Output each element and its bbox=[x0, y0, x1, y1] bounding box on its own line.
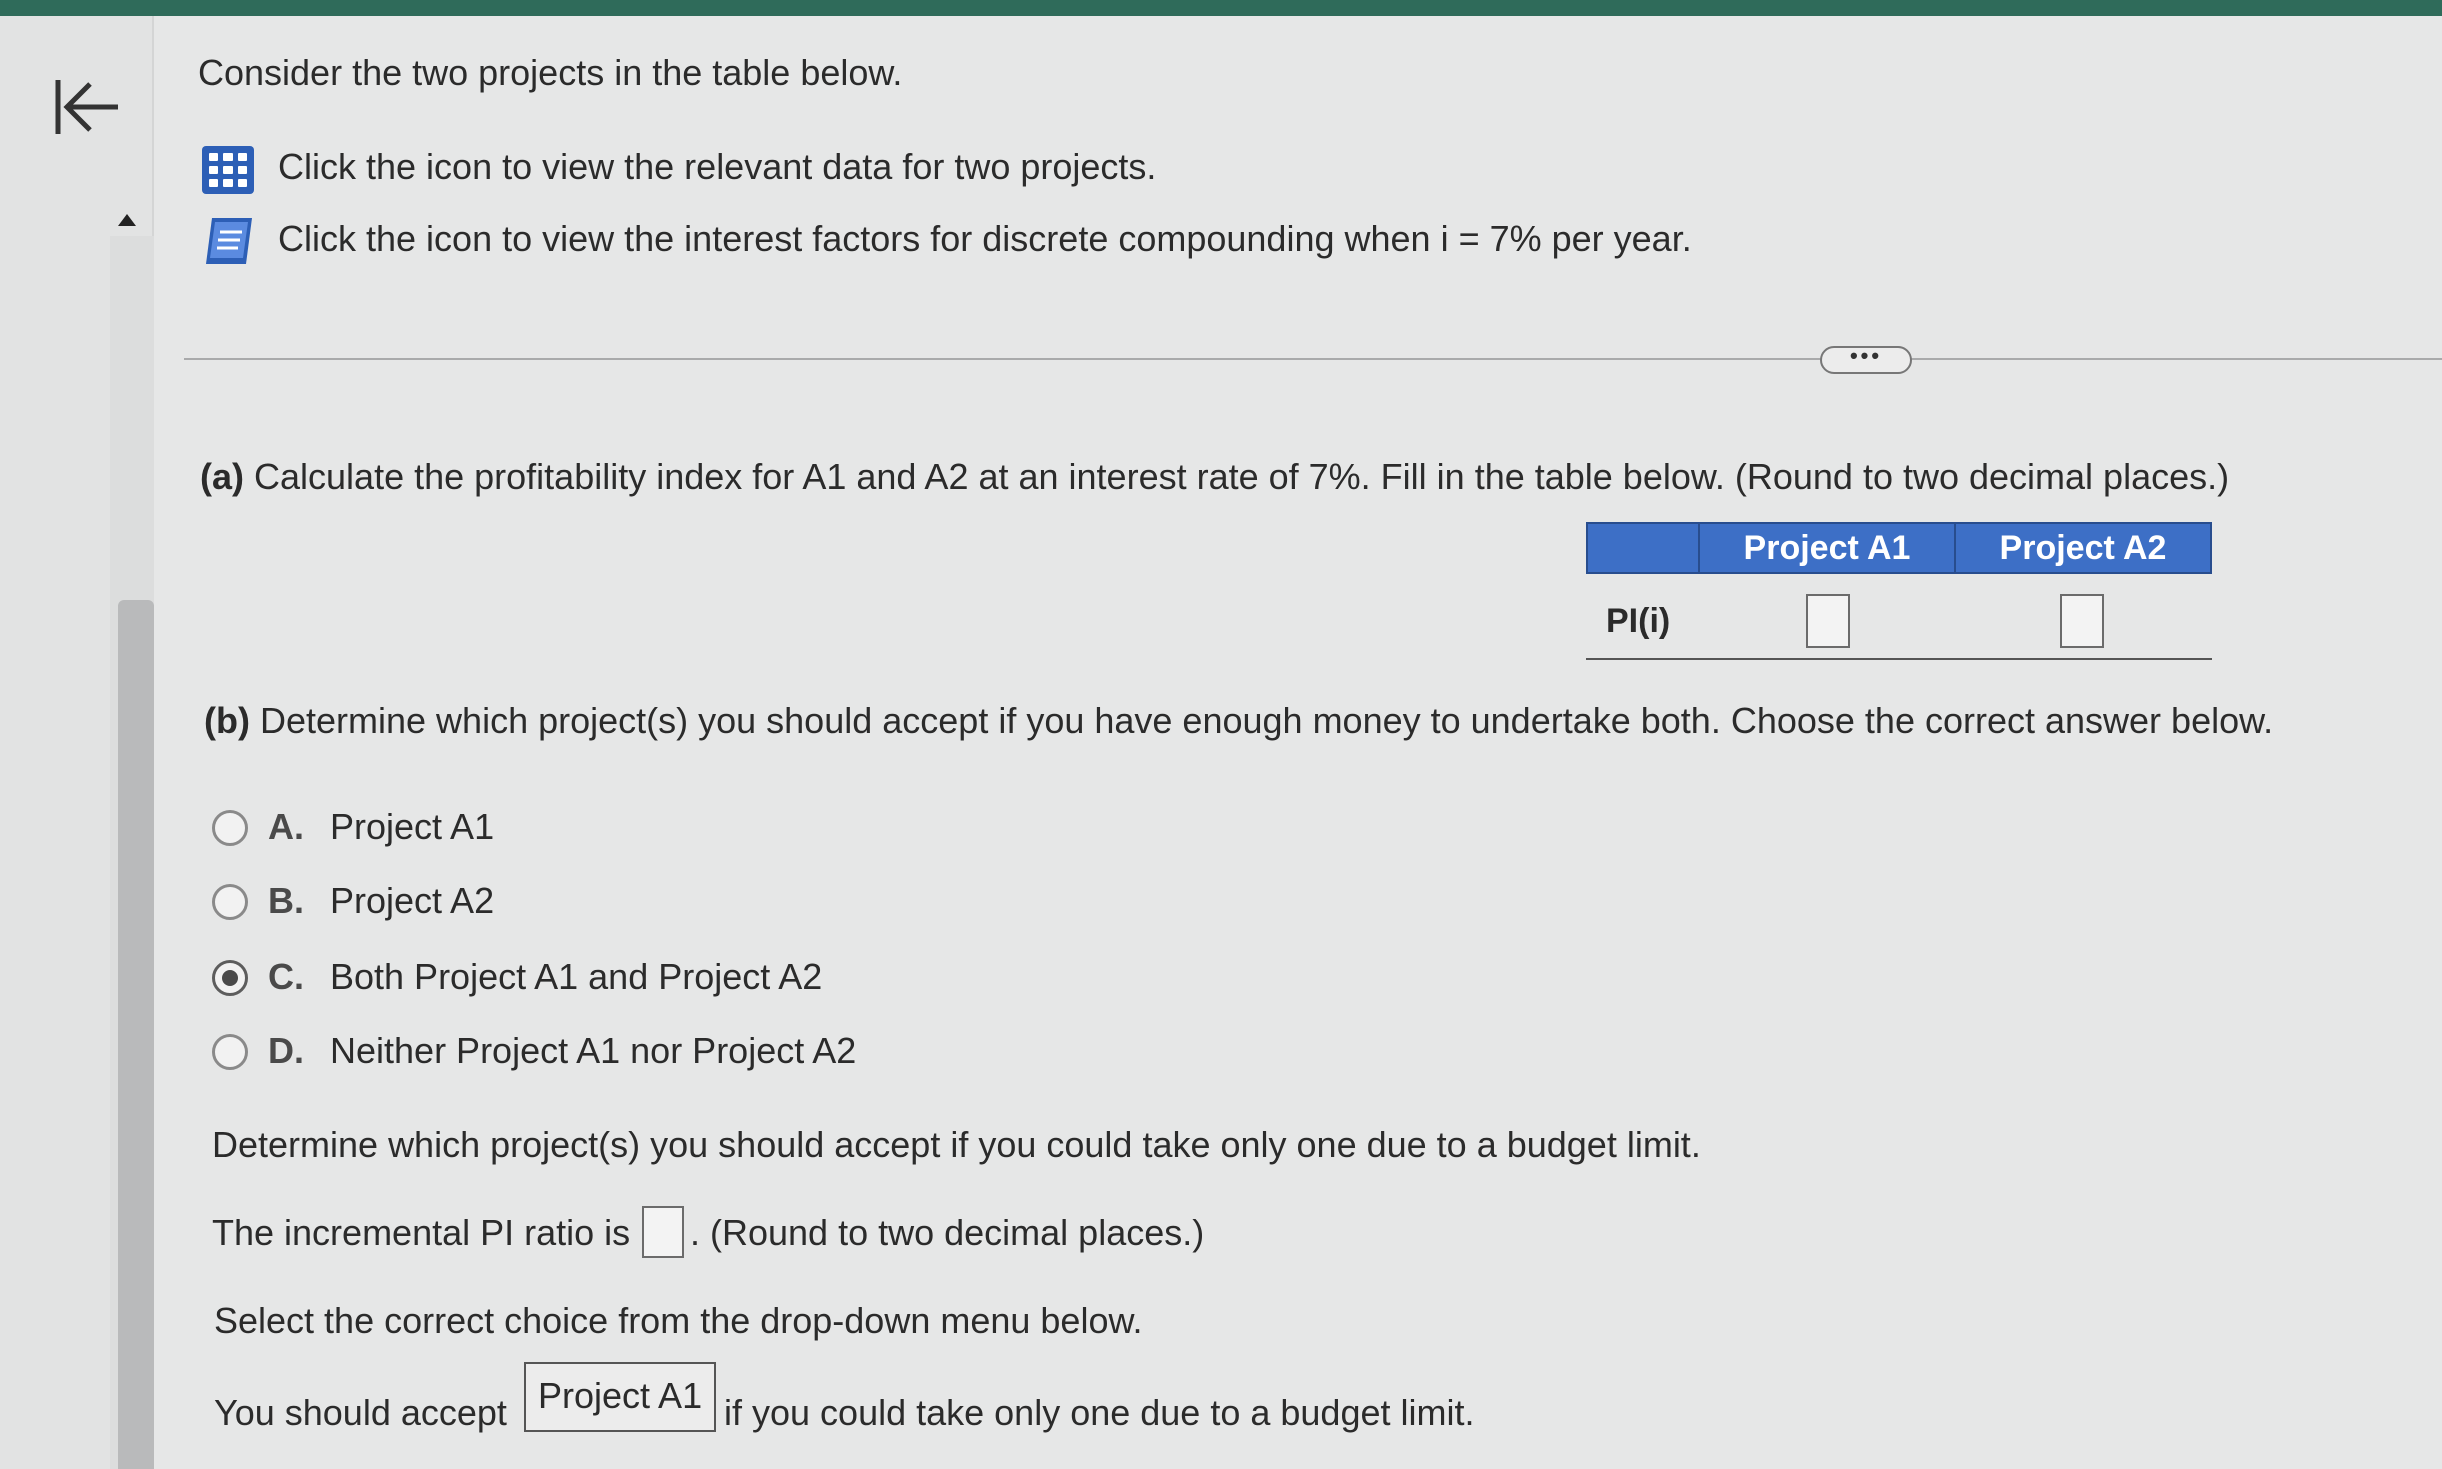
option-b-letter: B. bbox=[268, 880, 304, 921]
option-b-radio[interactable] bbox=[212, 884, 248, 920]
incremental-pi-input[interactable] bbox=[642, 1206, 684, 1258]
book-icon[interactable] bbox=[202, 214, 258, 268]
option-c-text[interactable]: Both Project A1 and Project A2 bbox=[330, 956, 822, 998]
top-bar bbox=[0, 0, 2442, 16]
question-content: Consider the two projects in the table b… bbox=[152, 16, 2442, 1469]
pi-table-corner-header bbox=[1586, 522, 1700, 574]
pi-a2-input[interactable] bbox=[2060, 594, 2104, 648]
option-d-radio[interactable] bbox=[212, 1034, 248, 1070]
option-a-letter: A. bbox=[268, 806, 304, 847]
intro-text: Consider the two projects in the table b… bbox=[198, 52, 903, 93]
collapse-panel-icon[interactable] bbox=[50, 72, 126, 148]
data-link-row[interactable]: Click the icon to view the relevant data… bbox=[202, 140, 1402, 194]
part-a-question: (a) Calculate the profitability index fo… bbox=[200, 456, 2229, 498]
factors-link-text[interactable]: Click the icon to view the interest fact… bbox=[278, 218, 1692, 260]
pi-a1-input[interactable] bbox=[1806, 594, 1850, 648]
option-a-radio[interactable] bbox=[212, 810, 248, 846]
option-b[interactable]: B. Project A2 bbox=[212, 880, 1012, 928]
part-b-label: (b) bbox=[204, 700, 250, 741]
option-b-text[interactable]: Project A2 bbox=[330, 880, 494, 922]
option-c[interactable]: C. Both Project A1 and Project A2 bbox=[212, 956, 1012, 1004]
grid-table-icon[interactable] bbox=[202, 146, 254, 194]
incremental-pi-label: The incremental PI ratio is bbox=[212, 1212, 631, 1253]
pi-header-project-a2: Project A2 bbox=[1954, 522, 2212, 574]
scroll-up-arrow-icon[interactable] bbox=[118, 214, 136, 226]
part-a-label: (a) bbox=[200, 456, 244, 497]
budget-question: Determine which project(s) you should ac… bbox=[212, 1124, 1701, 1165]
pi-row-label: PI(i) bbox=[1606, 602, 1671, 640]
option-a-text[interactable]: Project A1 bbox=[330, 806, 494, 848]
accept-suffix-text: if you could take only one due to a budg… bbox=[724, 1392, 1475, 1433]
part-b-text: Determine which project(s) you should ac… bbox=[259, 700, 2274, 741]
option-d-text[interactable]: Neither Project A1 nor Project A2 bbox=[330, 1030, 856, 1072]
factors-link-row[interactable]: Click the icon to view the interest fact… bbox=[202, 212, 1902, 264]
dropdown-instruction: Select the correct choice from the drop-… bbox=[214, 1300, 1143, 1341]
accept-prefix-text: You should accept bbox=[214, 1392, 507, 1433]
incremental-pi-note: . (Round to two decimal places.) bbox=[690, 1212, 1205, 1253]
option-a[interactable]: A. Project A1 bbox=[212, 806, 1012, 854]
option-d[interactable]: D. Neither Project A1 nor Project A2 bbox=[212, 1030, 1012, 1078]
scrollbar-thumb[interactable] bbox=[118, 600, 154, 1469]
accept-project-dropdown[interactable]: Project A1 bbox=[524, 1362, 717, 1432]
pi-table-rule bbox=[1586, 658, 2212, 660]
section-divider bbox=[184, 358, 2442, 360]
pi-header-project-a1: Project A1 bbox=[1698, 522, 1956, 574]
part-b-question: (b) Determine which project(s) you shoul… bbox=[204, 700, 2273, 742]
option-c-radio[interactable] bbox=[212, 960, 248, 996]
part-a-text: Calculate the profitability index for A1… bbox=[254, 456, 2230, 497]
expand-ellipsis-button[interactable]: ••• bbox=[1820, 345, 1912, 374]
data-link-text[interactable]: Click the icon to view the relevant data… bbox=[278, 146, 1156, 188]
option-d-letter: D. bbox=[268, 1030, 304, 1071]
option-c-letter: C. bbox=[268, 956, 304, 997]
